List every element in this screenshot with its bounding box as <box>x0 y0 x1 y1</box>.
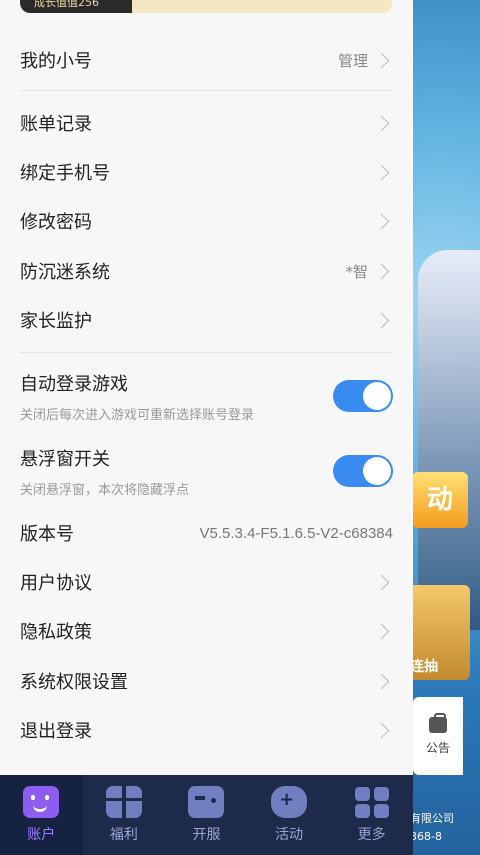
menu-item-permissions[interactable]: 系统权限设置 <box>0 656 413 706</box>
nav-tab-more[interactable]: 更多 <box>330 775 413 855</box>
notice-button[interactable]: 公告 <box>413 697 463 775</box>
account-menu-panel: 成长值值256 我的小号 管理 账单记录 绑定手机号 修改密码 防沉迷系统 *智… <box>0 0 413 775</box>
nav-tab-account[interactable]: 账户 <box>0 775 83 855</box>
menu-item-label: 退出登录 <box>20 721 92 742</box>
notice-label: 公告 <box>425 740 450 755</box>
menu-item-label: 绑定手机号 <box>20 163 110 184</box>
event-banner: 动 <box>412 472 468 528</box>
menu-item-my-alt[interactable]: 我的小号 管理 <box>0 35 413 85</box>
menu-item-bind-phone[interactable]: 绑定手机号 <box>0 147 413 197</box>
growth-progress-bar: 成长值值256 <box>20 0 392 13</box>
gamepad-icon <box>188 786 225 818</box>
divider <box>20 352 392 353</box>
nav-label: 福利 <box>109 827 138 843</box>
briefcase-icon <box>429 712 447 733</box>
menu-item-label: 系统权限设置 <box>20 672 128 693</box>
chevron-right-icon <box>373 213 390 229</box>
account-face-icon <box>23 786 60 818</box>
menu-item-change-password[interactable]: 修改密码 <box>0 196 413 246</box>
event-card-label: 连抽 <box>410 659 438 675</box>
company-text: 有限公司 368-8 <box>410 810 454 846</box>
menu-item-anti-addiction[interactable]: 防沉迷系统 *智 <box>0 246 413 296</box>
menu-item-label: 用户协议 <box>20 573 92 594</box>
version-label: 版本号 <box>20 524 74 545</box>
chevron-right-icon <box>373 623 390 639</box>
company-name: 有限公司 <box>410 812 454 825</box>
version-value: V5.5.3.4-F5.1.6.5-V2-c68384 <box>199 524 393 542</box>
growth-label: 成长值值256 <box>20 0 132 13</box>
menu-item-label: 家长监护 <box>20 311 92 332</box>
nav-label: 活动 <box>275 827 304 843</box>
chevron-right-icon <box>373 164 390 180</box>
menu-item-bills[interactable]: 账单记录 <box>0 98 413 148</box>
nav-label: 账户 <box>27 827 56 843</box>
menu-item-parental[interactable]: 家长监护 <box>0 295 413 345</box>
chevron-right-icon <box>373 312 390 328</box>
nav-label: 开服 <box>192 827 221 843</box>
menu-item-label: 防沉迷系统 <box>20 262 110 283</box>
setting-auto-login: 自动登录游戏 关闭后每次进入游戏可重新选择账号登录 <box>0 360 413 432</box>
toggle-knob <box>363 457 391 485</box>
grid-icon <box>354 786 390 818</box>
menu-item-label: 隐私政策 <box>20 622 92 643</box>
license-number: 368-8 <box>410 830 442 843</box>
setting-float-window: 悬浮窗开关 关闭悬浮窗，本次将隐藏浮点 <box>0 435 413 507</box>
toggle-knob <box>363 382 391 410</box>
anti-addiction-hint: *智 <box>345 262 368 281</box>
bottom-nav: 账户 福利 开服 活动 更多 <box>0 775 413 855</box>
setting-label: 悬浮窗开关 <box>20 448 110 470</box>
chevron-right-icon <box>373 574 390 590</box>
setting-description: 关闭后每次进入游戏可重新选择账号登录 <box>20 407 255 423</box>
menu-item-label: 修改密码 <box>20 212 92 233</box>
nav-label: 更多 <box>357 827 386 843</box>
chevron-right-icon <box>373 52 390 68</box>
menu-item-privacy[interactable]: 隐私政策 <box>0 606 413 656</box>
auto-login-toggle[interactable] <box>333 380 393 412</box>
nav-tab-welfare[interactable]: 福利 <box>83 775 166 855</box>
chevron-right-icon <box>373 722 390 738</box>
character-art <box>418 250 480 630</box>
chevron-right-icon <box>373 673 390 689</box>
setting-label: 自动登录游戏 <box>20 373 128 395</box>
setting-description: 关闭悬浮窗，本次将隐藏浮点 <box>20 482 190 498</box>
gift-icon <box>105 786 142 818</box>
menu-item-label: 账单记录 <box>20 114 92 135</box>
menu-item-label: 我的小号 <box>20 51 92 72</box>
float-window-toggle[interactable] <box>333 455 393 487</box>
manage-hint: 管理 <box>337 51 368 70</box>
chevron-right-icon <box>373 263 390 279</box>
chevron-right-icon <box>373 115 390 131</box>
nav-tab-servers[interactable]: 开服 <box>165 775 248 855</box>
divider <box>20 90 392 91</box>
version-row: 版本号 V5.5.3.4-F5.1.6.5-V2-c68384 <box>0 508 413 558</box>
controller-icon <box>271 786 308 818</box>
menu-item-logout[interactable]: 退出登录 <box>0 705 413 755</box>
menu-item-user-agreement[interactable]: 用户协议 <box>0 557 413 607</box>
nav-tab-events[interactable]: 活动 <box>248 775 331 855</box>
